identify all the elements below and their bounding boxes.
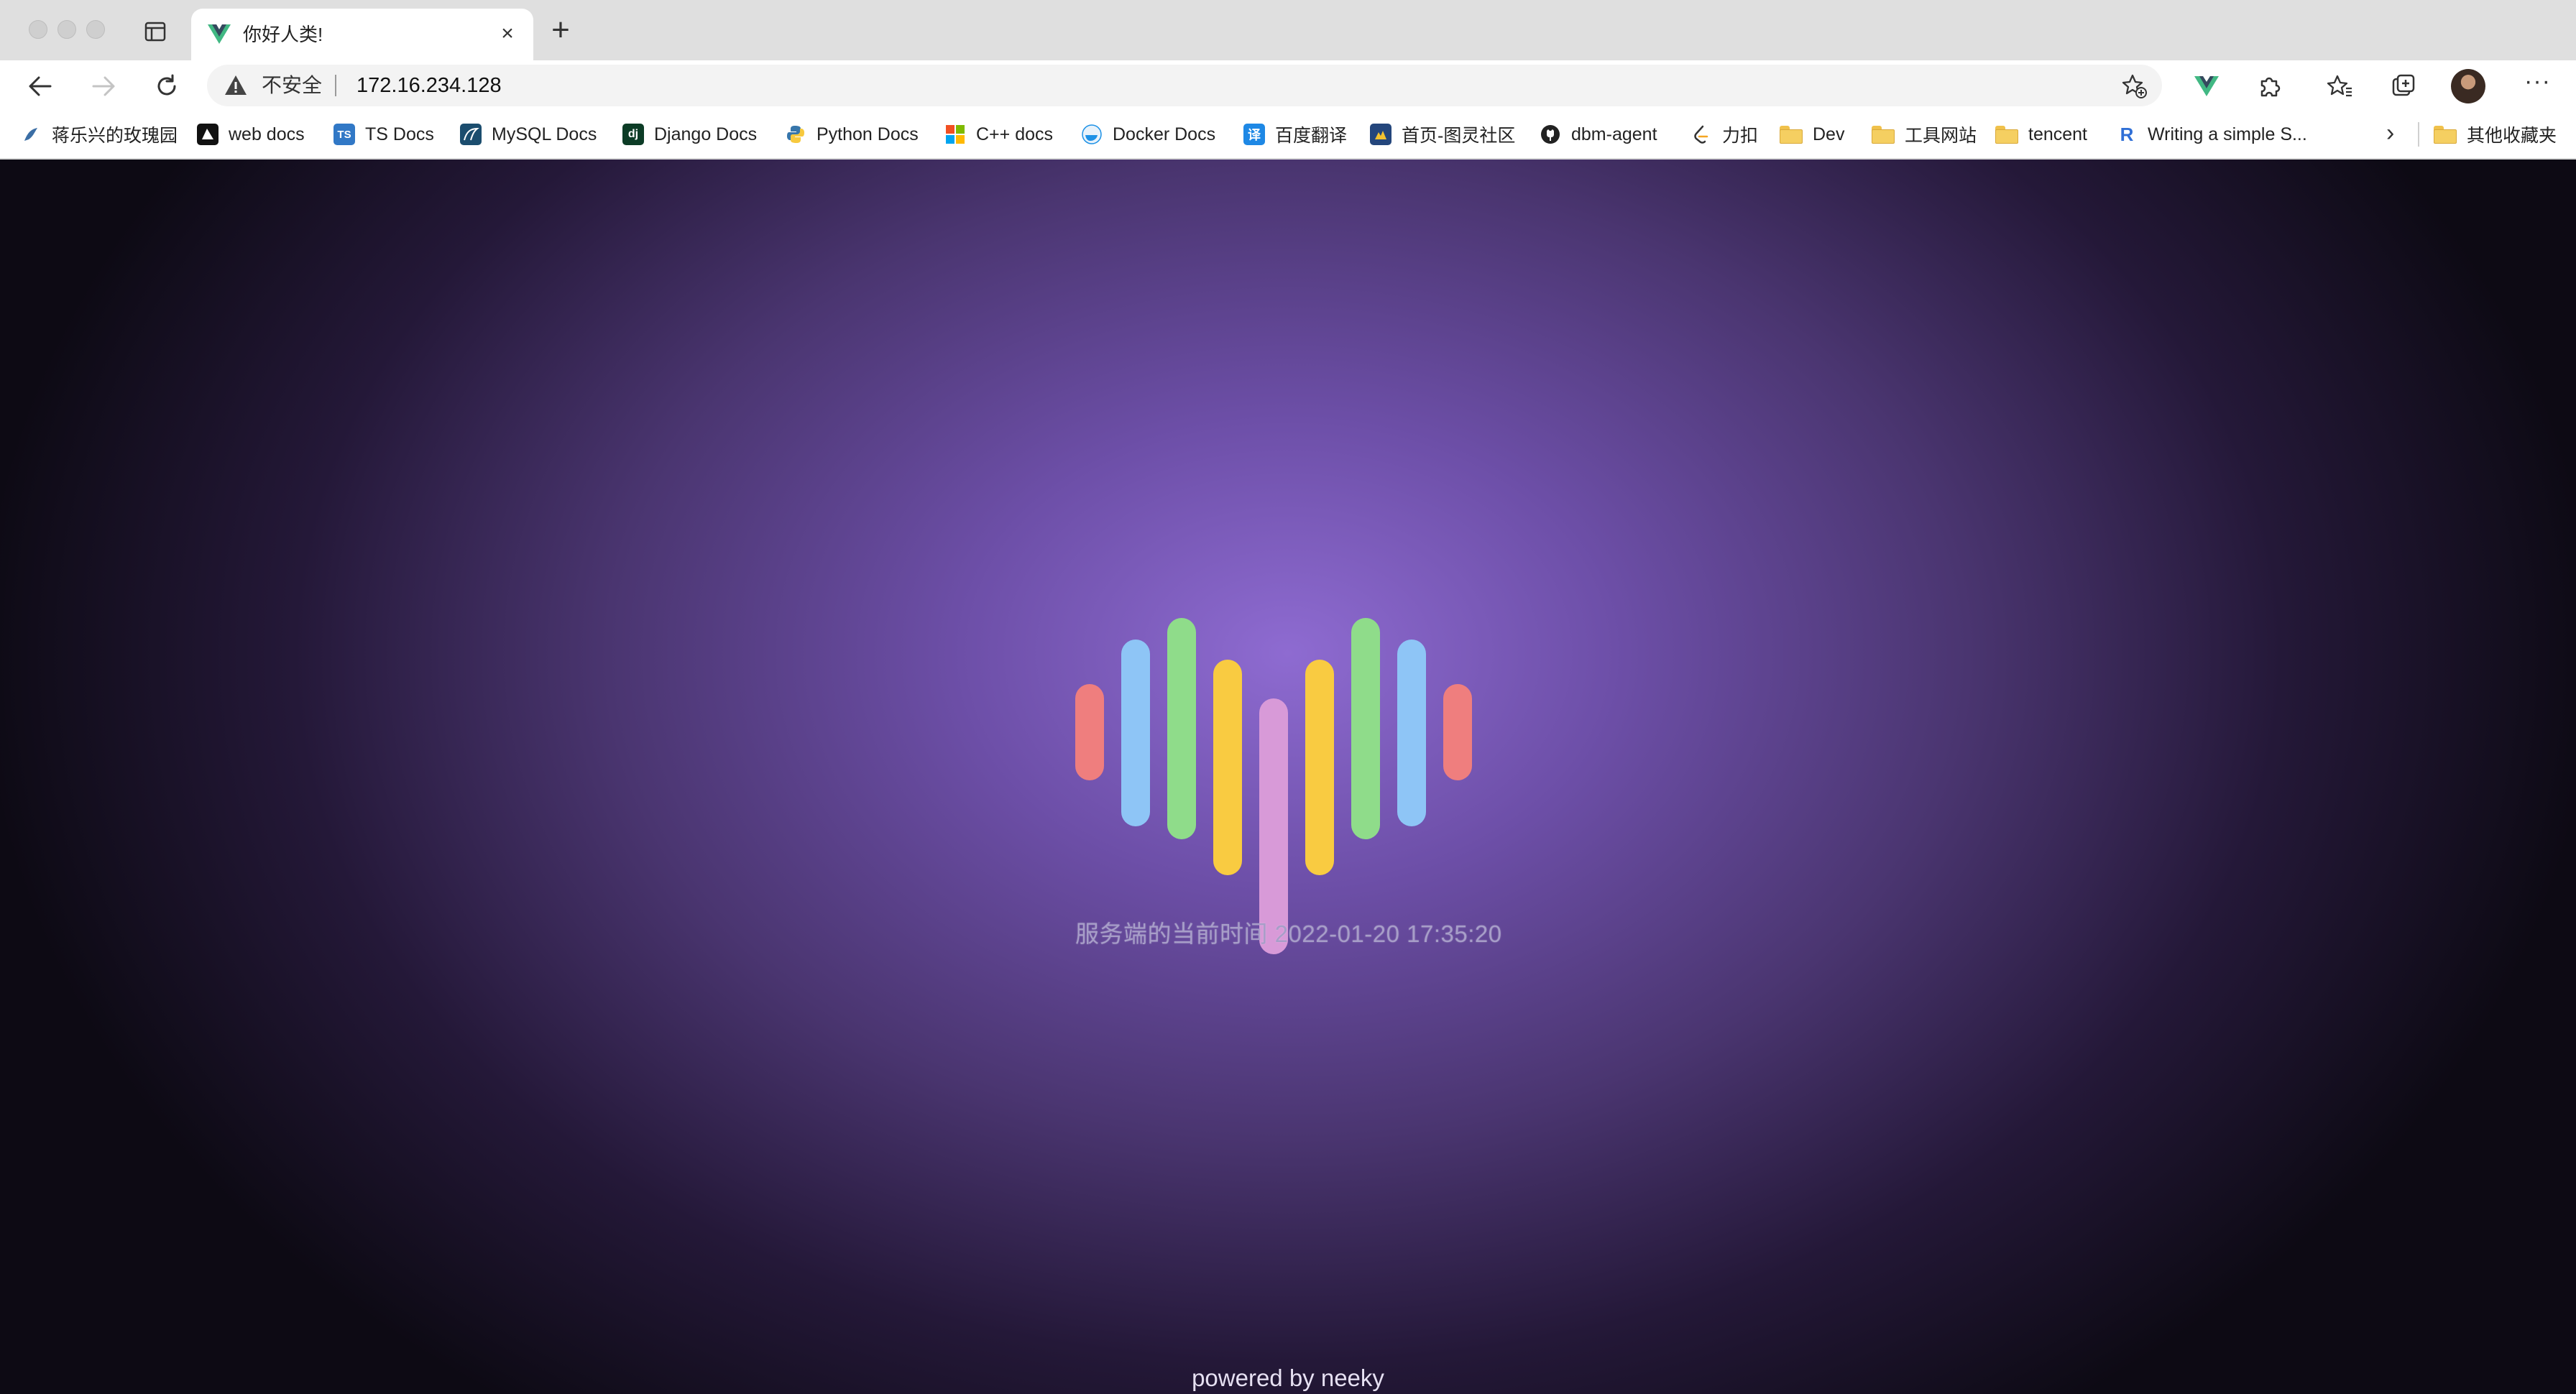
favorites-icon[interactable] — [2323, 69, 2358, 103]
django-icon: dj — [622, 124, 644, 145]
bookmark-label: 蒋乐兴的玫瑰园 — [52, 126, 178, 146]
bookmark-label: 百度翻译 — [1275, 126, 1348, 146]
vue-devtools-icon[interactable] — [2189, 69, 2224, 103]
bookmark-label: tencent — [2028, 124, 2088, 144]
window-minimize-button[interactable] — [58, 20, 76, 39]
active-tab[interactable]: 你好人类! × — [191, 9, 533, 60]
heart-bar — [1351, 618, 1380, 839]
bookmark-item[interactable]: web docs — [197, 118, 305, 151]
security-label[interactable]: 不安全 — [262, 73, 322, 98]
bookmarks-separator — [2418, 122, 2419, 147]
bookmark-label: TS Docs — [365, 124, 434, 144]
bookmark-label: Docker Docs — [1113, 124, 1216, 144]
bookmark-label: 力扣 — [1722, 126, 1759, 146]
server-time-text: 服务端的当前时间 2022-01-20 17:35:20 — [1075, 920, 1502, 947]
folder-icon — [1780, 126, 1803, 144]
vue-logo-icon — [207, 22, 231, 46]
bookmark-item[interactable]: C++ docs — [944, 118, 1053, 151]
folder-icon — [1995, 126, 2018, 144]
baidu-translate-icon: 译 — [1243, 124, 1265, 145]
github-icon — [1540, 124, 1561, 145]
bookmark-item[interactable]: 力扣 — [1690, 118, 1758, 151]
bookmark-label: MySQL Docs — [492, 124, 597, 144]
bookmark-item[interactable]: dj Django Docs — [622, 118, 757, 151]
bookmark-label: dbm-agent — [1571, 124, 1657, 144]
extensions-icon[interactable] — [2253, 69, 2287, 103]
address-bar[interactable]: 不安全 172.16.234.128 — [207, 65, 2162, 106]
collections-icon[interactable] — [2386, 69, 2421, 103]
reload-icon[interactable] — [148, 68, 185, 105]
leetcode-icon — [1690, 124, 1712, 145]
bookmark-item[interactable]: TS TS Docs — [334, 118, 434, 151]
new-tab-button[interactable]: + — [545, 14, 576, 46]
powered-by-footer: powered by neeky — [1192, 1365, 1384, 1391]
docker-icon — [1081, 124, 1103, 145]
browser-chrome: 你好人类! × + 不安全 172.16.234.128 ··· 蒋乐兴的玫瑰园… — [0, 0, 2576, 160]
mdn-icon — [197, 124, 218, 145]
bookmark-item[interactable]: dbm-agent — [1540, 118, 1657, 151]
bookmark-item[interactable]: Dev — [1780, 118, 1844, 151]
forward-icon[interactable] — [85, 68, 122, 105]
heart-bar — [1305, 660, 1334, 875]
window-close-button[interactable] — [29, 20, 47, 39]
bookmarks-bar: 蒋乐兴的玫瑰园 web docs TS TS Docs MySQL Docs d… — [0, 111, 2576, 160]
ts-icon: TS — [334, 124, 355, 145]
tab-close-icon[interactable]: × — [494, 21, 520, 47]
bookmark-label: Django Docs — [654, 124, 758, 144]
heart-bar — [1397, 640, 1426, 826]
heart-bar — [1259, 698, 1288, 954]
bookmark-item[interactable]: 蒋乐兴的玫瑰园 — [20, 118, 178, 151]
heart-bar — [1167, 618, 1196, 839]
bookmark-item[interactable]: tencent — [1995, 118, 2087, 151]
bookmarks-overflow-icon[interactable]: › — [2386, 119, 2394, 147]
bookmark-label: web docs — [229, 124, 305, 144]
more-menu-icon[interactable]: ··· — [2524, 68, 2551, 96]
bookmark-label: Writing a simple S... — [2148, 124, 2307, 144]
heart-bar — [1075, 684, 1104, 780]
tab-strip: 你好人类! × + — [0, 0, 2576, 60]
python-icon — [785, 124, 806, 145]
bookmark-label: Python Docs — [816, 124, 919, 144]
microsoft-icon — [944, 124, 966, 145]
bookmark-item[interactable]: Docker Docs — [1081, 118, 1215, 151]
heart-bars-graphic — [1075, 612, 1482, 954]
warning-icon[interactable] — [224, 74, 247, 97]
tab-actions-icon[interactable] — [141, 19, 170, 45]
bookmark-label: C++ docs — [976, 124, 1054, 144]
bookmark-item[interactable]: MySQL Docs — [460, 118, 597, 151]
other-bookmarks[interactable]: 其他收藏夹 — [2434, 118, 2557, 151]
turing-icon — [1370, 124, 1392, 145]
address-separator — [335, 75, 336, 96]
toolbar: 不安全 172.16.234.128 ··· — [0, 60, 2576, 111]
bookmark-item[interactable]: Python Docs — [785, 118, 919, 151]
bookmark-item[interactable]: 首页-图灵社区 — [1370, 118, 1515, 151]
bookmark-item[interactable]: 工具网站 — [1872, 118, 1977, 151]
page-content: 服务端的当前时间 2022-01-20 17:35:20 powered by … — [0, 160, 2576, 1394]
heart-bar — [1213, 660, 1242, 875]
r-icon: R — [2120, 123, 2134, 145]
folder-icon — [2434, 126, 2457, 144]
tab-title: 你好人类! — [243, 24, 323, 45]
mysql-icon — [460, 124, 482, 145]
folder-icon — [1872, 126, 1895, 144]
heart-bar — [1121, 640, 1150, 826]
add-favorite-icon[interactable] — [2122, 73, 2148, 99]
window-zoom-button[interactable] — [86, 20, 105, 39]
other-bookmarks-label: 其他收藏夹 — [2467, 126, 2557, 146]
bookmark-item[interactable]: R Writing a simple S... — [2116, 118, 2307, 151]
back-icon[interactable] — [22, 68, 59, 105]
bookmark-item[interactable]: 译 百度翻译 — [1243, 118, 1347, 151]
bookmark-label: Dev — [1813, 124, 1845, 144]
profile-avatar[interactable] — [2451, 69, 2485, 103]
bookmark-label: 工具网站 — [1905, 126, 1977, 146]
url-text[interactable]: 172.16.234.128 — [356, 73, 502, 98]
bookmark-label: 首页-图灵社区 — [1402, 126, 1516, 146]
heart-bar — [1443, 684, 1472, 780]
bird-icon — [20, 124, 42, 145]
